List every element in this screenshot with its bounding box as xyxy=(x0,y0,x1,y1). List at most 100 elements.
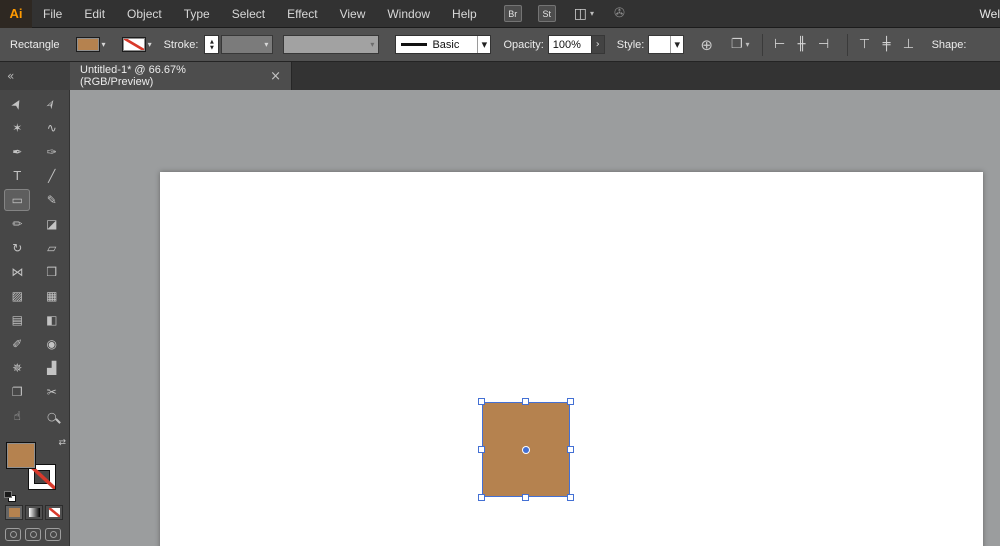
lasso-tool[interactable]: ∿ xyxy=(37,116,67,140)
direct-selection-tool-icon: ➢ xyxy=(43,96,61,113)
chevron-down-icon[interactable]: ▾ xyxy=(477,36,490,53)
line-segment-tool[interactable]: ╱ xyxy=(37,164,67,188)
menu-effect[interactable]: Effect xyxy=(276,0,328,28)
blend-tool[interactable]: ◉ xyxy=(37,332,67,356)
opacity-input[interactable]: 100% xyxy=(548,35,592,54)
paintbrush-tool[interactable]: ✎ xyxy=(37,188,67,212)
menu-object[interactable]: Object xyxy=(116,0,173,28)
none-button[interactable] xyxy=(45,505,63,520)
workspace-switcher-partial[interactable]: Wel xyxy=(972,7,1000,21)
collapse-panel-icon[interactable]: « xyxy=(7,69,14,83)
stroke-weight-dropdown[interactable]: ▾ xyxy=(221,35,273,54)
rectangle-tool[interactable]: ▭ xyxy=(4,189,30,211)
gradient-tool[interactable]: ◧ xyxy=(37,308,67,332)
artboard-tool-icon: ❐ xyxy=(12,385,23,399)
stroke-weight-stepper[interactable]: ▲ ▼ xyxy=(204,35,219,54)
chevron-down-icon[interactable]: ▾ xyxy=(670,36,683,53)
draw-normal-button[interactable] xyxy=(5,528,21,541)
stroke-none-swatch[interactable] xyxy=(122,37,146,52)
canvas[interactable] xyxy=(70,90,1000,546)
free-transform-tool[interactable]: ❒ xyxy=(37,260,67,284)
chevron-down-icon: ▾ xyxy=(370,40,374,49)
magic-wand-tool[interactable]: ✶ xyxy=(2,116,32,140)
variable-width-profile-dropdown[interactable]: ▾ xyxy=(283,35,379,54)
workspace-layout-control[interactable]: ◫ ▾ xyxy=(574,6,594,22)
align-left-icon[interactable]: ⊢ xyxy=(769,37,791,52)
drawing-mode-buttons xyxy=(5,528,61,541)
menu-select[interactable]: Select xyxy=(221,0,276,28)
selection-handle-n[interactable] xyxy=(522,398,529,405)
stock-badge[interactable]: St xyxy=(538,5,556,22)
zoom-tool[interactable]: ○ xyxy=(37,404,67,428)
color-button[interactable] xyxy=(5,505,23,520)
stepper-down-icon[interactable]: ▼ xyxy=(210,45,214,51)
symbol-sprayer-tool[interactable]: ✵ xyxy=(2,356,32,380)
artboard[interactable] xyxy=(160,172,983,546)
menu-view[interactable]: View xyxy=(329,0,377,28)
align-top-icon[interactable]: ⊤ xyxy=(854,37,876,52)
selection-handle-w[interactable] xyxy=(478,446,485,453)
shape-builder-tool[interactable]: ▨ xyxy=(2,284,32,308)
selection-handle-s[interactable] xyxy=(522,494,529,501)
align-bottom-icon[interactable]: ⊥ xyxy=(898,37,920,52)
selection-handle-nw[interactable] xyxy=(478,398,485,405)
selection-handle-e[interactable] xyxy=(567,446,574,453)
direct-selection-tool[interactable]: ➢ xyxy=(37,92,67,116)
align-horizontal-center-icon[interactable]: ╫ xyxy=(791,37,813,52)
selection-handle-se[interactable] xyxy=(567,494,574,501)
brush-definition-dropdown[interactable]: Basic ▾ xyxy=(395,35,491,54)
type-tool[interactable]: T xyxy=(2,164,32,188)
menu-type[interactable]: Type xyxy=(173,0,221,28)
document-tab-title: Untitled-1* @ 66.67% (RGB/Preview) xyxy=(80,64,258,88)
column-graph-tool[interactable]: ▟ xyxy=(37,356,67,380)
eraser-icon: ◪ xyxy=(46,217,57,231)
selection-tool[interactable]: ➤ xyxy=(2,92,32,116)
menu-help[interactable]: Help xyxy=(441,0,488,28)
document-tab[interactable]: Untitled-1* @ 66.67% (RGB/Preview) × xyxy=(70,62,292,90)
width-tool[interactable]: ⋈ xyxy=(2,260,32,284)
fill-color-swatch[interactable] xyxy=(76,37,100,52)
arrange-control[interactable]: ❐ ▾ xyxy=(731,37,750,52)
fill-swatch[interactable] xyxy=(6,442,36,469)
draw-inside-button[interactable] xyxy=(45,528,61,541)
document-setup-globe-icon[interactable]: ⊕ xyxy=(700,36,713,54)
align-right-icon[interactable]: ⊣ xyxy=(813,37,835,52)
graphic-style-dropdown[interactable]: ▾ xyxy=(648,35,684,54)
curvature-tool[interactable]: ✑ xyxy=(37,140,67,164)
illustrator-window: Ai File Edit Object Type Select Effect V… xyxy=(0,0,1000,546)
menu-edit[interactable]: Edit xyxy=(73,0,116,28)
bridge-badge[interactable]: Br xyxy=(504,5,522,22)
sync-icon[interactable]: ✇ xyxy=(614,6,625,21)
close-tab-icon[interactable]: × xyxy=(270,69,281,84)
chevron-down-icon[interactable]: ▾ xyxy=(102,40,106,49)
gradient-button[interactable] xyxy=(25,505,43,520)
selection-handle-sw[interactable] xyxy=(478,494,485,501)
selected-rectangle[interactable] xyxy=(482,402,570,497)
mesh-tool[interactable]: ▤ xyxy=(2,308,32,332)
line-segment-icon: ╱ xyxy=(48,169,55,183)
zoom-icon: ○ xyxy=(47,410,57,423)
eyedropper-tool[interactable]: ✐ xyxy=(2,332,32,356)
draw-behind-button[interactable] xyxy=(25,528,41,541)
menu-window[interactable]: Window xyxy=(376,0,441,28)
hand-tool[interactable]: ☝ xyxy=(2,404,32,428)
chevron-down-icon[interactable]: ▾ xyxy=(148,40,152,49)
selection-handle-ne[interactable] xyxy=(567,398,574,405)
scale-tool[interactable]: ▱ xyxy=(37,236,67,260)
default-fill-stroke-icon[interactable] xyxy=(4,491,16,502)
align-vertical-center-icon[interactable]: ╪ xyxy=(876,37,898,52)
shaper-tool[interactable]: ✏ xyxy=(2,212,32,236)
opacity-panel-arrow[interactable]: › xyxy=(592,35,605,54)
rotate-tool[interactable]: ↻ xyxy=(2,236,32,260)
perspective-grid-tool[interactable]: ▦ xyxy=(37,284,67,308)
pen-tool[interactable]: ✒ xyxy=(2,140,32,164)
curvature-icon: ✑ xyxy=(47,145,57,159)
eraser-tool[interactable]: ◪ xyxy=(37,212,67,236)
swap-fill-stroke-icon[interactable]: ⇄ xyxy=(58,438,66,448)
slice-tool[interactable]: ✂ xyxy=(37,380,67,404)
artboard-tool[interactable]: ❐ xyxy=(2,380,32,404)
stroke-color-control[interactable]: ▾ xyxy=(122,37,152,52)
menu-file[interactable]: File xyxy=(32,0,73,28)
selection-center-point[interactable] xyxy=(523,447,529,453)
fill-color-control[interactable]: ▾ xyxy=(76,37,106,52)
